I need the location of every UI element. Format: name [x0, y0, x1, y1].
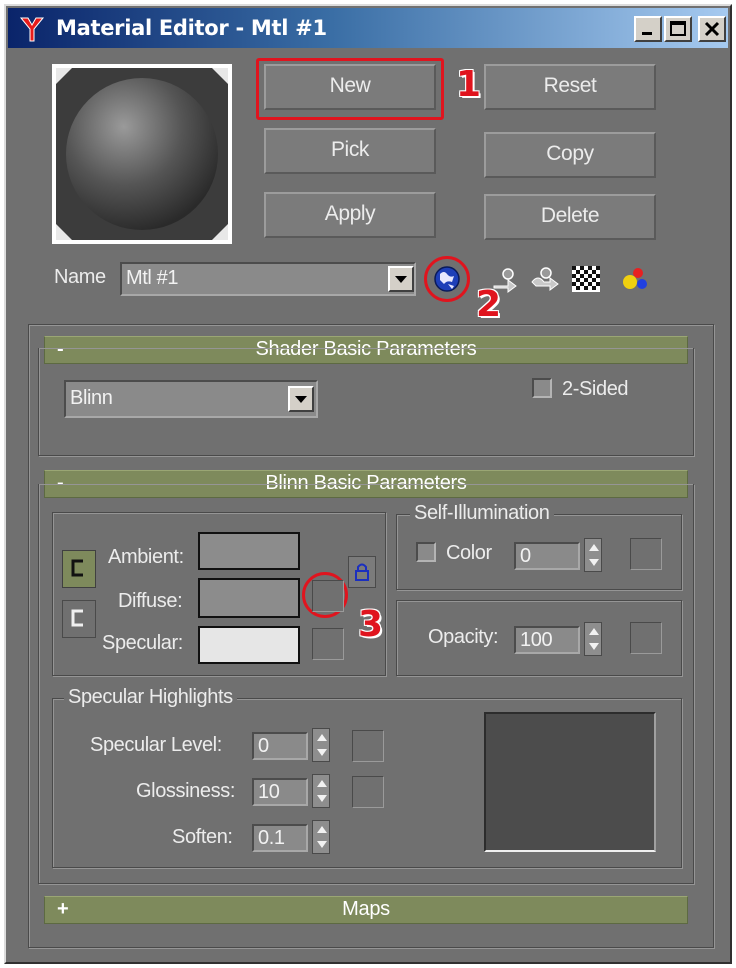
soften-field[interactable]: 0.1	[252, 824, 308, 852]
opacity-value: 100	[520, 629, 553, 651]
rollout-title: Maps	[342, 898, 390, 920]
opacity-label: Opacity:	[428, 626, 499, 648]
bracket-lock-icon	[71, 559, 83, 577]
maps-header[interactable]: + Maps	[44, 896, 688, 924]
specular-level-label: Specular Level:	[90, 734, 222, 756]
self-illum-value-field[interactable]: 0	[514, 542, 580, 570]
sample-slot[interactable]	[52, 64, 232, 244]
opacity-value-field[interactable]: 100	[514, 626, 580, 654]
specular-color-swatch[interactable]	[198, 626, 300, 664]
annotation-3: 3	[358, 604, 384, 645]
opacity-spinner[interactable]	[584, 622, 602, 656]
copy-button[interactable]: Copy	[484, 132, 656, 178]
shader-dropdown-button[interactable]	[288, 386, 314, 412]
title-bar[interactable]: Material Editor - Mtl #1	[8, 8, 728, 48]
diffuse-specular-lock[interactable]	[62, 600, 96, 638]
self-illumination-title: Self-Illumination	[410, 502, 554, 525]
self-illum-value: 0	[520, 545, 531, 567]
ambient-color-swatch[interactable]	[198, 532, 300, 570]
new-button[interactable]: New	[264, 64, 436, 110]
highlight-curve-display	[484, 712, 656, 852]
ambient-label: Ambient:	[108, 546, 184, 568]
glossiness-label: Glossiness:	[136, 780, 235, 802]
diffuse-map-button[interactable]	[312, 580, 344, 612]
opacity-map-button[interactable]	[630, 622, 662, 654]
specular-level-field[interactable]: 0	[252, 732, 308, 760]
glossiness-value: 10	[258, 781, 280, 803]
close-button[interactable]	[698, 16, 726, 42]
bracket-lock-icon	[71, 609, 83, 627]
specular-label: Specular:	[102, 632, 183, 654]
material-name-field[interactable]: Mtl #1	[120, 262, 416, 296]
lock-icon	[355, 563, 369, 581]
material-name-value: Mtl #1	[126, 267, 179, 289]
assign-to-selection-icon[interactable]	[528, 264, 560, 294]
get-material-globe-icon[interactable]	[432, 264, 462, 294]
specular-level-map-button[interactable]	[352, 730, 384, 762]
soften-label: Soften:	[172, 826, 233, 848]
diffuse-color-swatch[interactable]	[198, 578, 300, 618]
delete-button[interactable]: Delete	[484, 194, 656, 240]
material-sphere-preview	[56, 68, 228, 240]
window-title: Material Editor - Mtl #1	[56, 16, 327, 40]
shader-type-dropdown[interactable]: Blinn	[64, 380, 318, 418]
specular-level-value: 0	[258, 735, 269, 757]
close-icon	[704, 21, 720, 37]
shader-type-value: Blinn	[70, 387, 113, 409]
checker-background-icon[interactable]	[572, 266, 600, 292]
minimize-button[interactable]	[634, 16, 662, 42]
glossiness-spinner[interactable]	[312, 774, 330, 808]
specular-map-button[interactable]	[312, 628, 344, 660]
minimize-icon	[642, 32, 652, 35]
self-illum-color-checkbox[interactable]	[416, 542, 436, 562]
soften-value: 0.1	[258, 827, 285, 849]
material-colors-icon[interactable]	[618, 264, 650, 294]
material-editor-window: Material Editor - Mtl #1 New 1 Reset Pic…	[4, 4, 732, 964]
name-label: Name	[54, 266, 106, 288]
two-sided-checkbox[interactable]	[532, 378, 552, 398]
ambient-diffuse-lock-active[interactable]	[62, 550, 96, 588]
glossiness-field[interactable]: 10	[252, 778, 308, 806]
diffuse-label: Diffuse:	[118, 590, 183, 612]
annotation-1: 1	[456, 64, 482, 105]
name-dropdown-button[interactable]	[388, 266, 414, 292]
reset-button[interactable]: Reset	[484, 64, 656, 110]
apply-button[interactable]: Apply	[264, 192, 436, 238]
specular-highlights-title: Specular Highlights	[64, 686, 237, 709]
pick-button[interactable]: Pick	[264, 128, 436, 174]
specular-level-spinner[interactable]	[312, 728, 330, 762]
soften-spinner[interactable]	[312, 820, 330, 854]
3dsmax-app-icon	[19, 17, 45, 42]
maximize-icon	[670, 21, 686, 36]
ambient-map-lock-button[interactable]	[348, 556, 376, 588]
put-to-scene-icon[interactable]	[490, 264, 520, 294]
two-sided-label: 2-Sided	[562, 378, 629, 400]
self-illum-spinner[interactable]	[584, 538, 602, 572]
self-illum-map-button[interactable]	[630, 538, 662, 570]
self-illum-color-label: Color	[446, 542, 492, 564]
glossiness-map-button[interactable]	[352, 776, 384, 808]
maximize-button[interactable]	[664, 16, 692, 42]
